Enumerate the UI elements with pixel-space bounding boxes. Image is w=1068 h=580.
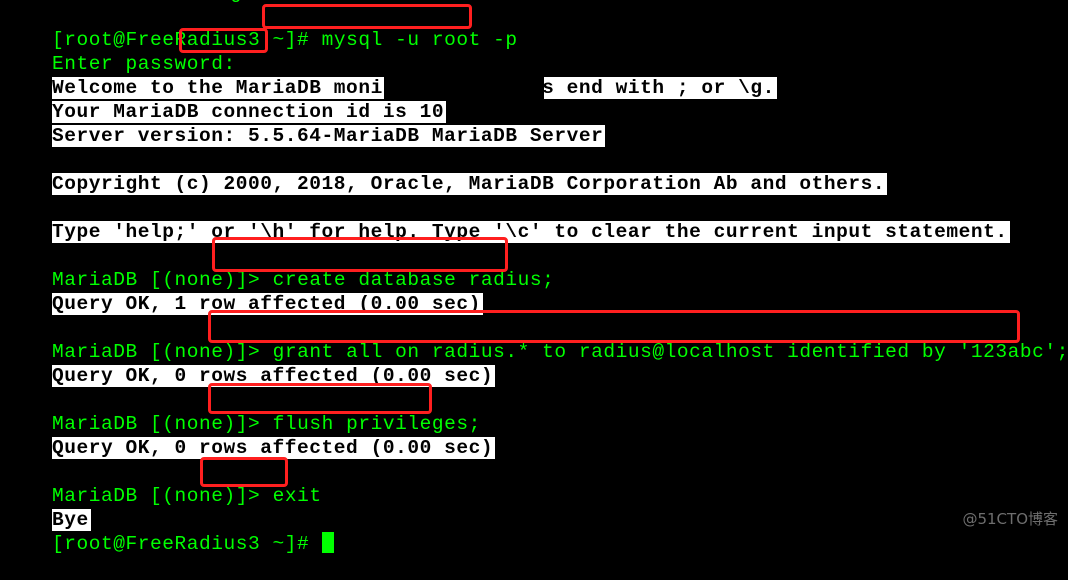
shell-prompt: [root@FreeRadius3 ~]# [52, 533, 322, 555]
welcome-line-2: Your MariaDB connection id is 10 [3, 76, 447, 123]
copyright-text: Copyright (c) 2000, 2018, Oracle, MariaD… [52, 173, 888, 195]
annotation-box-grant [208, 310, 1020, 343]
copyright-line: Copyright (c) 2000, 2018, Oracle, MariaD… [3, 148, 888, 195]
exit-result-line: Bye [3, 484, 91, 531]
annotation-box-exit [200, 457, 288, 487]
help-hint-line: Type 'help;' or '\h' for help. Type '\c'… [3, 196, 1010, 243]
server-version-text: Server version: 5.5.64-MariaDB MariaDB S… [52, 125, 606, 147]
final-prompt-line[interactable]: [root@FreeRadius3 ~]# [3, 508, 334, 555]
command-mysql-login: mysql -u root -p [321, 29, 518, 51]
grant-result-line: Query OK, 0 rows affected (0.00 sec) [3, 340, 496, 387]
terminal-window[interactable]: g [root@FreeRadius3 ~]# mysql -u root -p… [0, 0, 1068, 555]
annotation-box-create [212, 237, 508, 272]
welcome-line-1: Welcome to the MariaDB monitor. Commands… [3, 52, 777, 99]
flush-result-text: Query OK, 0 rows affected (0.00 sec) [52, 437, 496, 459]
flush-result-line: Query OK, 0 rows affected (0.00 sec) [3, 412, 496, 459]
redaction-block [384, 76, 544, 100]
help-hint-text: Type 'help;' or '\h' for help. Type '\c'… [52, 221, 1010, 243]
text-cursor [321, 532, 334, 553]
annotation-box-flush [208, 383, 432, 414]
annotation-box-login [262, 4, 472, 29]
watermark: @51CTO博客 [962, 510, 1058, 528]
annotation-box-password [179, 28, 268, 53]
command-exit: exit [272, 485, 322, 507]
welcome-line-3: Server version: 5.5.64-MariaDB MariaDB S… [3, 100, 606, 147]
